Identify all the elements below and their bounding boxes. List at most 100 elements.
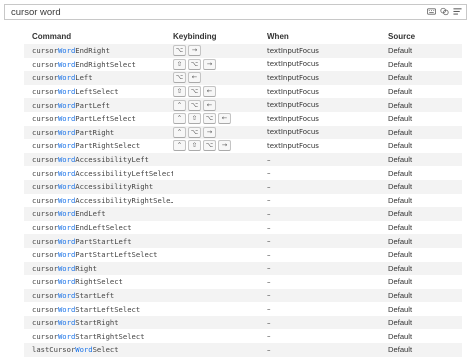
table-row[interactable]: cursorWordEndRight ⌥ → textInputFocus Defaul…: [24, 44, 462, 58]
table-row[interactable]: cursorWordEndLeftSelect – Default: [24, 221, 462, 235]
keybinding-cell[interactable]: [173, 234, 267, 248]
when-cell[interactable]: textInputFocus: [267, 58, 382, 72]
keybinding-cell[interactable]: [173, 207, 267, 221]
keybinding-cell[interactable]: [173, 343, 267, 357]
keybinding-cell[interactable]: ⇧ ⌥ ←: [173, 85, 267, 99]
table-row[interactable]: cursorWordPartRightSelect ⌃ ⇧ ⌥ → textInputFo…: [24, 139, 462, 153]
table-row[interactable]: cursorWordPartLeft ⌃ ⌥ ← textInputFocus Defau…: [24, 98, 462, 112]
keybinding-cell[interactable]: [173, 261, 267, 276]
keybinding-cell[interactable]: [173, 166, 267, 180]
when-cell[interactable]: –: [267, 152, 382, 167]
keybinding-cell[interactable]: [173, 315, 267, 330]
key-cap: ⇧: [173, 86, 186, 98]
when-cell[interactable]: –: [267, 302, 382, 316]
keybinding-cell[interactable]: ⌃ ⌥ ←: [173, 98, 267, 112]
keybinding-cell[interactable]: ⌥ ←: [173, 71, 267, 85]
keybinding-cell[interactable]: ⇧ ⌥ →: [173, 58, 267, 72]
table-row[interactable]: cursorWordPartStartLeftSelect – Default: [24, 248, 462, 262]
when-cell[interactable]: –: [267, 275, 382, 289]
when-cell[interactable]: –: [267, 166, 382, 180]
record-keys-icon[interactable]: [440, 7, 449, 16]
command-text: cursor: [32, 209, 58, 219]
source-cell: Default: [388, 250, 413, 260]
table-row[interactable]: cursorWordPartStartLeft – Default: [24, 234, 462, 248]
command-id: cursorWordPartStartLeftSelect: [32, 250, 158, 259]
table-row[interactable]: cursorWordRightSelect – Default: [24, 275, 462, 289]
when-cell[interactable]: –: [267, 315, 382, 330]
when-cell[interactable]: –: [267, 261, 382, 276]
when-cell[interactable]: –: [267, 207, 382, 221]
keybinding-cell[interactable]: [173, 152, 267, 167]
when-cell[interactable]: textInputFocus: [267, 44, 382, 58]
when-cell[interactable]: –: [267, 329, 382, 343]
keybinding-cell[interactable]: [173, 288, 267, 303]
table-row[interactable]: cursorWordEndRightSelect ⇧ ⌥ → textInputFocu…: [24, 58, 462, 72]
search-input[interactable]: cursor word: [11, 6, 61, 19]
keybinding-cell[interactable]: [173, 275, 267, 289]
command-cell: cursorWordPartRight: [24, 125, 173, 140]
when-cell[interactable]: textInputFocus: [267, 85, 382, 99]
when-cell[interactable]: textInputFocus: [267, 71, 382, 85]
table-row[interactable]: cursorWordPartLeftSelect ⌃ ⇧ ⌥ ← textInputFoc…: [24, 112, 462, 126]
command-id: cursorWordEndRightSelect: [32, 60, 136, 69]
table-row[interactable]: cursorWordAccessibilityRightSele… – Defaul…: [24, 194, 462, 208]
table-row[interactable]: cursorWordStartRight – Default: [24, 315, 462, 330]
when-cell[interactable]: –: [267, 288, 382, 303]
when-cell[interactable]: –: [267, 248, 382, 262]
when-cell[interactable]: –: [267, 194, 382, 208]
command-text: cursor: [32, 223, 58, 233]
table-row[interactable]: cursorWordLeft ⌥ ← textInputFocus Default: [24, 71, 462, 85]
command-match-highlight: Word: [57, 263, 76, 273]
when-cell[interactable]: –: [267, 221, 382, 235]
table-row[interactable]: lastCursorWordSelect – Default: [24, 343, 462, 357]
table-row[interactable]: cursorWordRight – Default: [24, 261, 462, 276]
table-row[interactable]: cursorWordEndLeft – Default: [24, 207, 462, 221]
key-cap: ⌥: [188, 99, 201, 111]
table-row[interactable]: cursorWordAccessibilityRight – Default: [24, 179, 462, 194]
column-header-source[interactable]: Source: [382, 28, 462, 44]
key-cap: ←: [203, 86, 216, 98]
table-row[interactable]: cursorWordStartRightSelect – Default: [24, 329, 462, 343]
when-cell[interactable]: textInputFocus: [267, 139, 382, 153]
table-row[interactable]: cursorWordPartRight ⌃ ⌥ → textInputFocus Defa…: [24, 125, 462, 140]
table-row[interactable]: cursorWordStartLeftSelect – Default: [24, 302, 462, 316]
command-match-highlight: Word: [57, 100, 76, 110]
when-cell[interactable]: –: [267, 343, 382, 357]
command-text: PartLeftSelect: [75, 114, 136, 124]
table-row[interactable]: cursorWordAccessibilityLeftSelect – Defaul…: [24, 166, 462, 180]
keybinding-cell[interactable]: ⌥ →: [173, 44, 267, 58]
command-match-highlight: Word: [57, 114, 76, 124]
keybinding-cell[interactable]: [173, 329, 267, 343]
keybinding-cell[interactable]: ⌃ ⇧ ⌥ →: [173, 139, 267, 153]
column-header-when[interactable]: When: [267, 28, 382, 44]
key-cap: ⌥: [188, 86, 201, 98]
command-cell: cursorWordLeftSelect: [24, 85, 173, 99]
keyboard-icon[interactable]: [427, 7, 436, 16]
when-cell[interactable]: textInputFocus: [267, 125, 382, 140]
command-id: cursorWordStartRight: [32, 318, 119, 327]
keybinding-cell[interactable]: [173, 194, 267, 208]
sort-precedence-icon[interactable]: [453, 7, 462, 16]
keybinding-cell[interactable]: [173, 179, 267, 194]
when-cell[interactable]: –: [267, 179, 382, 194]
column-header-keybinding[interactable]: Keybinding: [173, 28, 267, 44]
column-header-command[interactable]: Command: [24, 28, 173, 44]
command-text: cursor: [32, 182, 58, 192]
keybinding-cell[interactable]: [173, 302, 267, 316]
keybinding-cell[interactable]: ⌃ ⇧ ⌥ ←: [173, 112, 267, 126]
command-text: cursor: [32, 304, 58, 314]
command-id: cursorWordLeft: [32, 73, 93, 82]
command-text: cursor: [32, 331, 58, 341]
table-row[interactable]: cursorWordLeftSelect ⇧ ⌥ ← textInputFocus Def…: [24, 85, 462, 99]
keybinding-cell[interactable]: ⌃ ⌥ →: [173, 125, 267, 140]
table-row[interactable]: cursorWordStartLeft – Default: [24, 288, 462, 303]
when-cell[interactable]: textInputFocus: [267, 98, 382, 112]
when-cell[interactable]: textInputFocus: [267, 112, 382, 126]
table-row[interactable]: cursorWordAccessibilityLeft – Default: [24, 152, 462, 167]
keybindings-search-box[interactable]: cursor word: [4, 4, 467, 20]
keybinding-cell[interactable]: [173, 248, 267, 262]
command-id: cursorWordLeftSelect: [32, 87, 119, 96]
keybinding-cell[interactable]: [173, 221, 267, 235]
when-cell[interactable]: –: [267, 234, 382, 248]
key-cap: ⌃: [173, 99, 186, 111]
